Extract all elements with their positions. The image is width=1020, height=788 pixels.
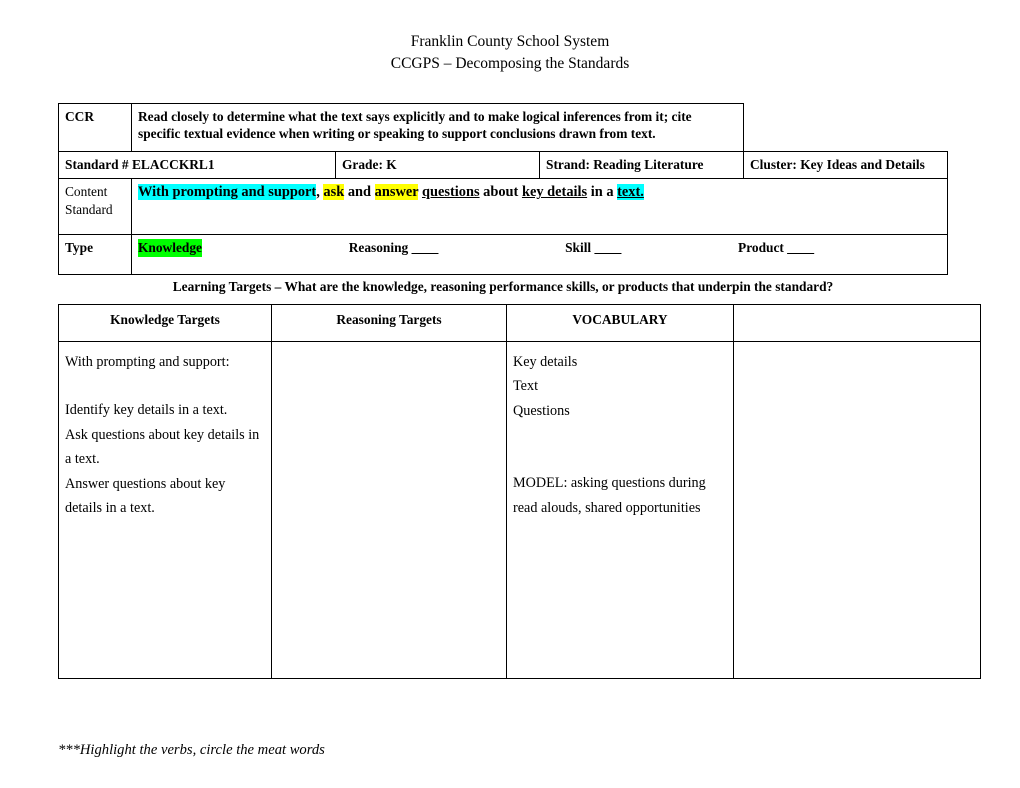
vocabulary-line-spacer (513, 447, 725, 471)
page-header: Franklin County School System CCGPS – De… (0, 0, 1020, 75)
type-row: Type Knowledge Reasoning ____ Skill ____… (58, 234, 948, 276)
vocabulary-line-1: Text (513, 378, 539, 395)
content-standard-segment-0: With prompting and support (138, 184, 317, 201)
strand-cell: Strand: Reading Literature (539, 150, 744, 180)
footer-instruction-note: ***Highlight the verbs, circle the meat … (58, 742, 325, 758)
standard-number-cell: Standard # ELACCKRL1 (58, 150, 336, 180)
knowledge-target-line-2: Identify key details in a text. (65, 402, 228, 419)
type-knowledge-option[interactable]: Knowledge (138, 239, 202, 257)
content-standard-segments: With prompting and support, ask and answ… (138, 184, 644, 201)
reasoning-targets-cell[interactable] (271, 341, 507, 679)
knowledge-target-line-4: Answer questions about key details in a … (65, 475, 226, 517)
grade-cell: Grade: K (335, 150, 540, 180)
type-options-cell: Knowledge Reasoning ____ Skill ____ Prod… (131, 234, 948, 276)
vocabulary-line-2: Questions (513, 402, 570, 419)
knowledge-target-line-spacer (65, 374, 263, 398)
content-standard-segment-7: about (479, 184, 522, 201)
content-standard-segment-3: and (344, 184, 375, 201)
vocabulary-cell[interactable]: Key details Text Questions MODEL: asking qu… (506, 341, 734, 679)
knowledge-target-line-3: Ask questions about key details in a tex… (65, 426, 260, 468)
column-header-reasoning-targets: Reasoning Targets (271, 304, 507, 342)
type-product-option[interactable]: Product ____ (738, 239, 814, 256)
fourth-column-cell[interactable] (733, 341, 981, 679)
cluster-cell: Cluster: Key Ideas and Details (743, 150, 948, 180)
type-skill-option[interactable]: Skill ____ (565, 239, 621, 256)
standard-info-row: Standard # ELACCKRL1 Grade: K Strand: Re… (58, 150, 948, 180)
content-standard-label: Content Standard (58, 178, 132, 236)
content-standard-text: With prompting and support, ask and answ… (131, 178, 948, 236)
vocabulary-line-spacer (513, 423, 725, 447)
standards-table: CCR Read closely to determine what the t… (58, 103, 948, 276)
content-standard-segment-8: key details (521, 184, 588, 201)
targets-body-row: With prompting and support: Identify key … (58, 341, 981, 679)
content-standard-segment-2: ask (323, 184, 345, 201)
targets-header-row: Knowledge Targets Reasoning Targets VOCA… (58, 304, 981, 342)
column-header-knowledge-targets: Knowledge Targets (58, 304, 272, 342)
content-standard-segment-9: in a (587, 184, 618, 201)
page-title-line-2: CCGPS – Decomposing the Standards (390, 55, 630, 72)
vocabulary-line-0: Key details (513, 354, 578, 370)
column-header-blank (733, 304, 981, 342)
type-reasoning-option[interactable]: Reasoning ____ (349, 239, 439, 256)
column-header-vocabulary: VOCABULARY (506, 304, 734, 342)
ccr-label: CCR (58, 103, 132, 152)
knowledge-target-line-0: With prompting and support: (65, 354, 230, 370)
content-standard-segment-6: questions (421, 184, 480, 201)
page-title-line-1: Franklin County School System (410, 33, 610, 50)
learning-targets-caption: Learning Targets – What are the knowledg… (172, 279, 834, 294)
ccr-row: CCR Read closely to determine what the t… (58, 103, 948, 152)
ccr-text: Read closely to determine what the text … (131, 103, 744, 152)
content-standard-segment-10: text. (617, 184, 644, 201)
knowledge-targets-cell[interactable]: With prompting and support: Identify key … (58, 341, 272, 679)
content-standard-row: Content Standard With prompting and supp… (58, 178, 948, 236)
learning-targets-table: Knowledge Targets Reasoning Targets VOCA… (58, 304, 981, 679)
vocabulary-line-5: MODEL: asking questions during read alou… (513, 475, 706, 516)
type-label: Type (58, 234, 132, 276)
content-standard-segment-4: answer (374, 184, 419, 201)
